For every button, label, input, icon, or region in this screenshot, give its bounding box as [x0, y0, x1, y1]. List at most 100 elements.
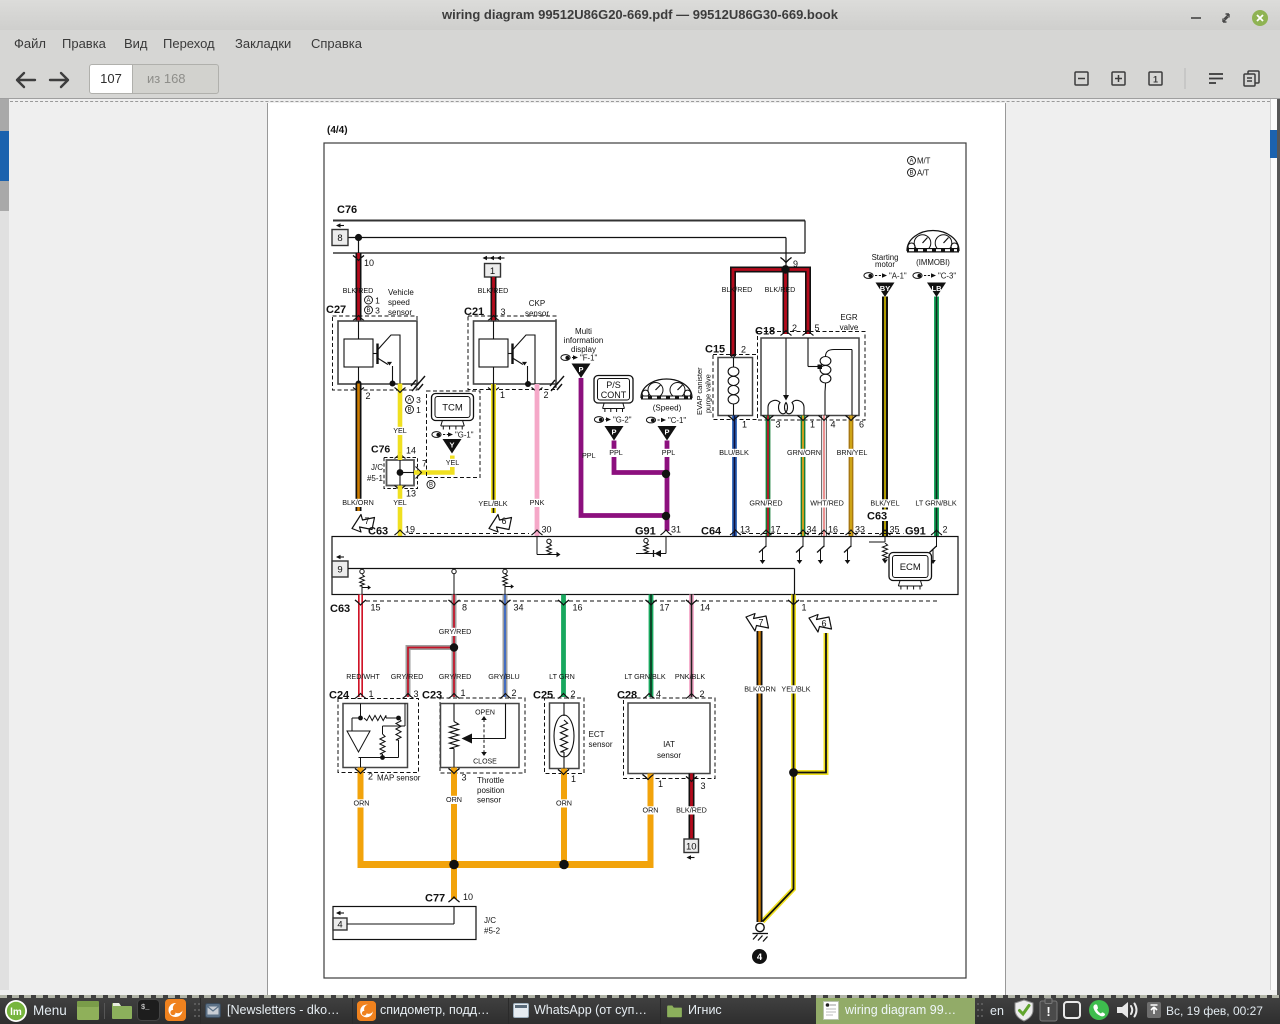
- svg-text:YEL: YEL: [393, 426, 407, 435]
- svg-text:C77: C77: [425, 893, 445, 905]
- svg-text:RED/WHT: RED/WHT: [346, 672, 380, 681]
- svg-text:2: 2: [942, 525, 947, 535]
- svg-text:speed: speed: [388, 298, 410, 307]
- svg-text:1: 1: [490, 266, 495, 277]
- svg-text:10: 10: [686, 841, 697, 852]
- svg-text:BLK/RED: BLK/RED: [722, 285, 753, 294]
- svg-text:sensor: sensor: [657, 751, 681, 760]
- svg-text:B: B: [429, 483, 433, 489]
- svg-text:sensor: sensor: [525, 309, 549, 318]
- svg-text:YEL/BLK: YEL/BLK: [781, 685, 810, 694]
- svg-text:CKP: CKP: [529, 299, 545, 308]
- svg-text:A: A: [407, 398, 411, 404]
- svg-text:6: 6: [821, 619, 826, 629]
- svg-text:1: 1: [500, 390, 505, 400]
- svg-text:8: 8: [337, 233, 342, 244]
- svg-text:lm: lm: [10, 1007, 22, 1018]
- svg-text:17: 17: [770, 525, 780, 535]
- svg-text:C24: C24: [329, 690, 350, 702]
- svg-text:PPL: PPL: [662, 448, 676, 457]
- svg-text:GRN/ORN: GRN/ORN: [787, 448, 821, 457]
- svg-text:1: 1: [369, 689, 374, 699]
- svg-text:3: 3: [701, 781, 706, 791]
- svg-text:13: 13: [406, 489, 416, 499]
- svg-text:BLK/RED: BLK/RED: [343, 286, 374, 295]
- svg-text:1: 1: [742, 420, 747, 430]
- svg-text:"G-1": "G-1": [455, 430, 474, 439]
- svg-text:17: 17: [660, 603, 670, 613]
- svg-text:"A-1": "A-1": [889, 271, 907, 280]
- svg-text:ORN: ORN: [556, 799, 572, 808]
- svg-text:M/T: M/T: [917, 157, 931, 166]
- svg-text:P: P: [664, 428, 669, 437]
- svg-text:C76: C76: [337, 204, 357, 216]
- svg-text:sensor: sensor: [477, 796, 501, 805]
- svg-text:(4/4): (4/4): [327, 125, 348, 136]
- svg-text:A: A: [909, 159, 913, 165]
- svg-text:3: 3: [462, 773, 467, 783]
- svg-text:C76: C76: [371, 444, 390, 456]
- svg-text:3: 3: [414, 689, 419, 699]
- svg-text:#5-1: #5-1: [367, 474, 384, 483]
- svg-text:Y: Y: [449, 441, 454, 450]
- svg-text:10: 10: [463, 892, 473, 902]
- svg-text:30: 30: [541, 525, 551, 535]
- svg-text:BY: BY: [880, 284, 890, 293]
- svg-text:C63: C63: [368, 526, 388, 538]
- svg-text:BLK/RED: BLK/RED: [478, 286, 509, 295]
- svg-text:2: 2: [368, 772, 373, 782]
- svg-text:4: 4: [337, 920, 342, 931]
- svg-text:2: 2: [543, 390, 548, 400]
- svg-text:OPEN: OPEN: [475, 710, 495, 717]
- svg-text:3: 3: [375, 306, 380, 316]
- svg-text:1: 1: [461, 688, 466, 698]
- svg-text:6: 6: [859, 420, 864, 430]
- svg-text:C23: C23: [422, 690, 442, 702]
- svg-text:BLU/BLK: BLU/BLK: [719, 448, 749, 457]
- svg-text:MAP sensor: MAP sensor: [377, 774, 421, 783]
- svg-text:3: 3: [775, 420, 780, 430]
- svg-text:BLK/ORN: BLK/ORN: [744, 685, 776, 694]
- svg-text:(IMMOBI): (IMMOBI): [916, 258, 950, 267]
- svg-text:"C-3": "C-3": [938, 271, 956, 280]
- svg-text:10: 10: [364, 258, 374, 268]
- svg-text:GRY/RED: GRY/RED: [439, 627, 472, 636]
- svg-text:"G-2": "G-2": [613, 415, 632, 424]
- svg-text:#5-2: #5-2: [484, 927, 501, 936]
- svg-text:2: 2: [512, 688, 517, 698]
- svg-text:CLOSE: CLOSE: [473, 759, 497, 766]
- svg-text:7: 7: [364, 516, 369, 526]
- svg-text:YEL: YEL: [393, 498, 407, 507]
- svg-text:BRN/YEL: BRN/YEL: [837, 448, 868, 457]
- svg-text:Multi: Multi: [575, 327, 592, 336]
- svg-text:ORN: ORN: [354, 799, 370, 808]
- svg-text:PNK/BLK: PNK/BLK: [675, 672, 706, 681]
- svg-text:9: 9: [337, 565, 342, 576]
- svg-text:BLK/RED: BLK/RED: [676, 806, 707, 815]
- svg-text:BLK/RED: BLK/RED: [765, 285, 796, 294]
- svg-text:motor: motor: [875, 260, 895, 269]
- svg-text:4: 4: [830, 420, 835, 430]
- svg-text:LB: LB: [932, 284, 943, 293]
- svg-text:1: 1: [810, 420, 815, 430]
- svg-text:PPL: PPL: [582, 451, 596, 460]
- svg-text:15: 15: [371, 603, 381, 613]
- svg-text:purge valve: purge valve: [704, 374, 713, 413]
- svg-text:A: A: [366, 298, 370, 304]
- svg-text:1: 1: [375, 296, 380, 306]
- svg-text:C25: C25: [533, 690, 553, 702]
- svg-text:LT GRN: LT GRN: [549, 672, 575, 681]
- svg-text:2: 2: [741, 345, 746, 355]
- svg-text:1: 1: [416, 405, 421, 415]
- svg-text:C27: C27: [326, 304, 346, 316]
- svg-text:B: B: [366, 308, 370, 314]
- svg-text:C28: C28: [617, 690, 637, 702]
- svg-text:16: 16: [573, 603, 583, 613]
- svg-text:P: P: [578, 365, 583, 374]
- svg-text:G91: G91: [905, 526, 926, 538]
- svg-text:BLK/YEL: BLK/YEL: [870, 499, 899, 508]
- svg-text:TCM: TCM: [442, 403, 463, 414]
- svg-text:LT GRN/BLK: LT GRN/BLK: [624, 672, 665, 681]
- svg-text:1: 1: [1153, 75, 1158, 85]
- svg-text:1: 1: [571, 774, 576, 784]
